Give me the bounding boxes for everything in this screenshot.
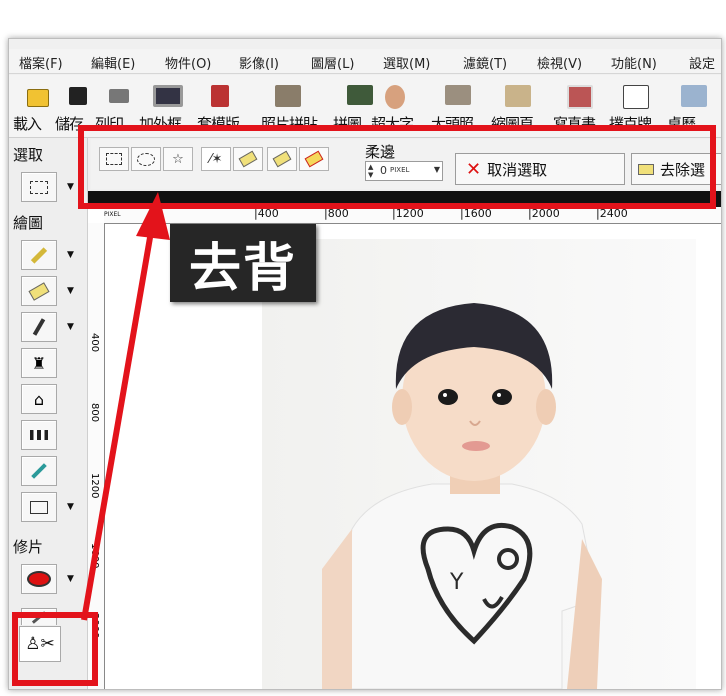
arrow-shaft	[81, 225, 155, 621]
arrow-head	[136, 192, 170, 240]
remove-background-callout: 去背	[170, 224, 316, 302]
annotation-arrow	[81, 192, 170, 621]
callout-text: 去背	[188, 238, 297, 299]
